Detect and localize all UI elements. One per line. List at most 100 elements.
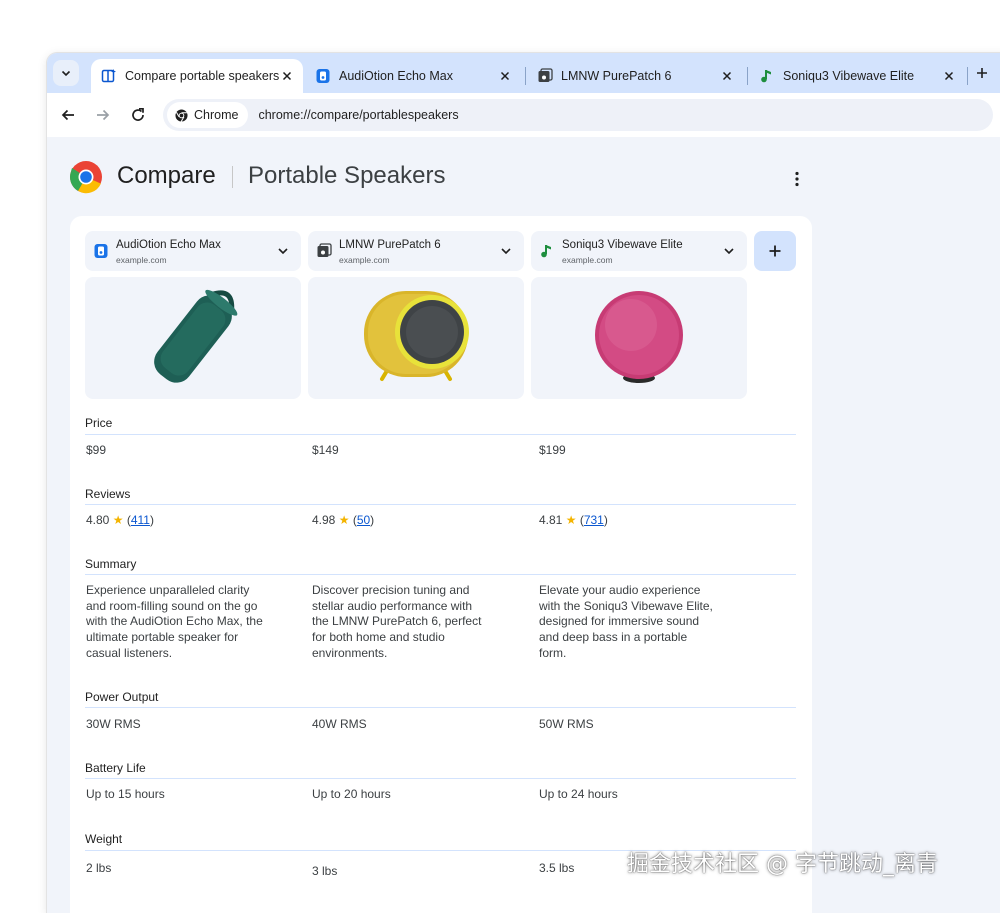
omnibox[interactable]: Chrome chrome://compare/portablespeakers [163, 99, 993, 131]
reviews-cell: 4.98 ★ (50) [312, 513, 375, 527]
product-domain: example.com [562, 255, 613, 265]
summary-cell: Elevate your audio experience with the S… [539, 583, 713, 662]
battery-cell: Up to 20 hours [312, 787, 391, 801]
summary-cell: Discover precision tuning and stellar au… [312, 583, 481, 662]
summary-line: form. [539, 645, 567, 660]
url-text: chrome://compare/portablespeakers [258, 108, 459, 122]
reviews-cell: 4.81 ★ (731) [539, 513, 608, 527]
tab-lmnw[interactable]: LMNW PurePatch 6 [527, 59, 743, 93]
back-arrow-icon [61, 109, 74, 121]
audiotion-icon [315, 68, 331, 84]
product-image[interactable] [308, 277, 524, 399]
compare-page: Compare Portable Speakers AudiOtion Echo… [47, 137, 1000, 913]
summary-line: designed for immersive sound [539, 614, 700, 629]
product-domain: example.com [116, 255, 167, 265]
close-icon[interactable] [941, 68, 957, 84]
row-label-weight: Weight [85, 832, 123, 846]
row-divider [85, 434, 796, 435]
price-cell: $99 [86, 443, 107, 457]
price-cell: $199 [539, 443, 566, 457]
page-title: Compare [117, 162, 216, 189]
review-count-link[interactable]: 411 [131, 513, 150, 527]
back-button[interactable] [56, 103, 80, 127]
summary-line: with the Soniqu3 Vibewave Elite, [539, 598, 713, 613]
summary-line: for both home and studio [312, 630, 445, 645]
summary-line: Experience unparalleled clarity [86, 583, 250, 597]
tab-title: AudiOtion Echo Max [339, 69, 453, 83]
music-note-icon [539, 243, 555, 259]
row-label-price: Price [85, 416, 113, 430]
star-icon: ★ [565, 513, 577, 527]
tab-title: LMNW PurePatch 6 [561, 69, 672, 83]
tab-strip: Compare portable speakers AudiOtion Echo… [47, 53, 1000, 93]
summary-line: with the AudiOtion Echo Max, the [86, 614, 263, 629]
watermark-text: 掘金技术社区 @ 字节跳动_离青 [627, 852, 938, 877]
product-name: AudiOtion Echo Max [116, 239, 221, 251]
tab-compare[interactable]: Compare portable speakers [91, 59, 303, 93]
compare-icon [101, 68, 117, 84]
product-selector[interactable]: LMNW PurePatch 6 example.com [308, 231, 524, 271]
toolbar: Chrome chrome://compare/portablespeakers [47, 93, 1000, 137]
weight-cell: 2 lbs [86, 861, 112, 875]
battery-cell: Up to 15 hours [86, 787, 165, 801]
summary-cell: Experience unparalleled clarity and room… [86, 583, 263, 662]
product-selector[interactable]: Soniqu3 Vibewave Elite example.com [531, 231, 747, 271]
yellow-speaker-image [364, 291, 469, 381]
close-icon[interactable] [497, 68, 513, 84]
summary-line: stellar audio performance with [312, 598, 473, 613]
summary-line: ultimate portable speaker for [86, 630, 239, 645]
tab-audiotion[interactable]: AudiOtion Echo Max [305, 59, 521, 93]
summary-line: Discover precision tuning and [312, 583, 470, 597]
row-label-power: Power Output [85, 690, 159, 704]
music-note-icon [759, 68, 775, 84]
rating-value: 4.81 [539, 513, 563, 527]
audiotion-icon [93, 243, 109, 259]
chrome-logo-icon [70, 161, 102, 194]
tab-search-button[interactable] [53, 60, 79, 86]
reload-icon [132, 107, 144, 121]
tab-title: Soniqu3 Vibewave Elite [783, 69, 915, 83]
rating-value: 4.98 [312, 513, 336, 527]
product-image[interactable] [85, 277, 301, 399]
more-options-button[interactable] [785, 167, 809, 191]
star-icon: ★ [338, 513, 350, 527]
teal-speaker-image [154, 289, 238, 383]
battery-cell: Up to 24 hours [539, 787, 618, 801]
product-domain: example.com [339, 255, 390, 265]
plus-icon [769, 245, 781, 257]
summary-line: and deep bass in a portable [539, 630, 688, 645]
close-icon[interactable] [719, 68, 735, 84]
weight-cell: 3.5 lbs [539, 861, 575, 875]
reviews-cell: 4.80 ★ (411) [86, 513, 154, 527]
summary-line: casual listeners. [86, 645, 173, 660]
chevron-down-icon [498, 243, 514, 259]
product-selector[interactable]: AudiOtion Echo Max example.com [85, 231, 301, 271]
row-label-reviews: Reviews [85, 487, 131, 501]
forward-arrow-icon [97, 109, 110, 121]
new-tab-button[interactable] [972, 63, 992, 83]
chip-label: Chrome [194, 108, 239, 122]
row-label-battery: Battery Life [85, 761, 146, 775]
tab-soniqu3[interactable]: Soniqu3 Vibewave Elite [749, 59, 965, 93]
rating-value: 4.80 [86, 513, 110, 527]
power-cell: 40W RMS [312, 717, 367, 731]
forward-button[interactable] [91, 103, 115, 127]
comparison-table: AudiOtion Echo Max example.com LMNW Pure… [70, 216, 812, 913]
row-divider [85, 778, 796, 779]
review-count-link[interactable]: 50 [357, 513, 370, 527]
tab-separator [967, 67, 968, 85]
reload-button[interactable] [126, 103, 150, 127]
close-icon[interactable] [279, 68, 295, 84]
chevron-down-icon [721, 243, 737, 259]
summary-line: the LMNW PurePatch 6, perfect [312, 614, 482, 629]
review-count-link[interactable]: 731 [584, 513, 604, 527]
chevron-down-icon [61, 70, 71, 77]
row-divider [85, 574, 796, 575]
site-info-chip[interactable]: Chrome [167, 102, 249, 128]
add-product-button[interactable] [754, 231, 796, 271]
product-image[interactable] [531, 277, 747, 399]
summary-line: environments. [312, 645, 388, 660]
row-divider [85, 707, 796, 708]
tab-separator [747, 67, 748, 85]
power-cell: 50W RMS [539, 717, 594, 731]
